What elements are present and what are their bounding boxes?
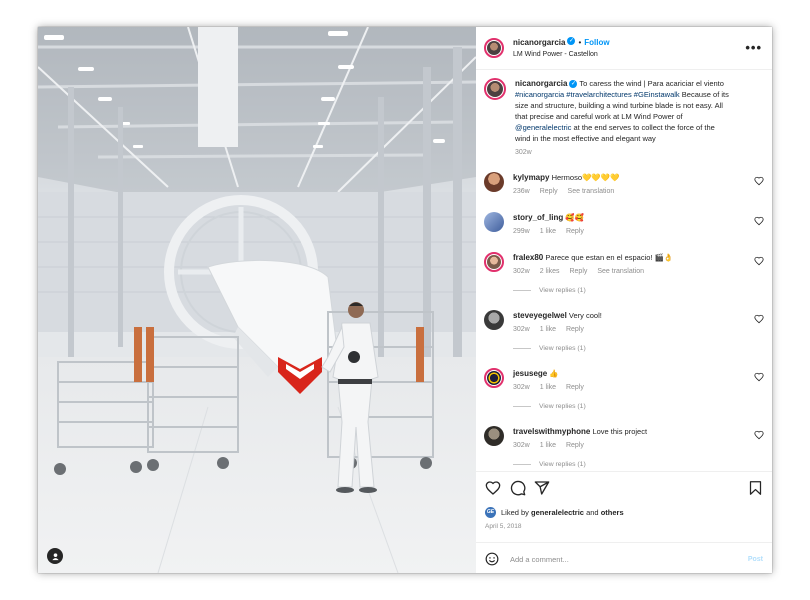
- comment-item: jesusege 👍 302w 1 like Reply View replie…: [476, 368, 772, 412]
- post-details-panel: nicanorgarcia ✓ • Follow LM Wind Power - Ca…: [476, 27, 772, 573]
- comment-likes[interactable]: 2 likes: [540, 268, 560, 275]
- liked-by-others[interactable]: others: [601, 508, 624, 517]
- reply-button[interactable]: Reply: [540, 188, 558, 195]
- post-header: nicanorgarcia ✓ • Follow LM Wind Power - Ca…: [476, 27, 772, 70]
- view-replies-button[interactable]: View replies (1): [513, 285, 743, 296]
- heart-icon[interactable]: [754, 372, 764, 382]
- commenter-avatar[interactable]: [484, 252, 504, 272]
- comment-text: Very cool!: [568, 311, 602, 320]
- comment-item: story_of_ling 🥰🥰 299w 1 like Reply: [476, 212, 772, 237]
- post-comment-button[interactable]: Post: [748, 556, 763, 563]
- heart-icon[interactable]: [754, 176, 764, 186]
- separator-dot: •: [578, 38, 582, 47]
- comment-likes[interactable]: 1 like: [540, 442, 556, 449]
- post-caption: nicanorgarcia ✓ To caress the wind | Para…: [476, 70, 772, 158]
- commenter-username[interactable]: fralex80: [513, 253, 543, 262]
- factory-scene-image: [38, 27, 476, 573]
- commenter-username[interactable]: steveyegelwel: [513, 311, 567, 320]
- reply-button[interactable]: Reply: [566, 326, 584, 333]
- view-replies-button[interactable]: View replies (1): [513, 459, 743, 470]
- caption-hashtags[interactable]: #nicanorgarcia #travelarchitectures #GEi…: [515, 90, 680, 99]
- add-comment-bar: Post: [476, 542, 772, 573]
- commenter-avatar[interactable]: [484, 426, 504, 446]
- see-translation-button[interactable]: See translation: [597, 268, 644, 275]
- post-photo[interactable]: [38, 27, 476, 573]
- verified-badge-icon: ✓: [567, 36, 576, 45]
- heart-icon[interactable]: [754, 314, 764, 324]
- post-actions: GE Liked by generalelectric and others A…: [476, 471, 772, 573]
- verified-badge-icon: ✓: [569, 80, 578, 89]
- reply-button[interactable]: Reply: [566, 384, 584, 391]
- more-options-icon[interactable]: •••: [745, 40, 762, 55]
- comment-time: 302w: [513, 442, 530, 449]
- paper-plane-icon[interactable]: [534, 480, 550, 496]
- comment-item: kylymapy Hermoso💛💛💛💛 236w Reply See tran…: [476, 172, 772, 197]
- liked-by-joiner: and: [586, 508, 599, 517]
- commenter-username[interactable]: kylymapy: [513, 173, 549, 182]
- caption-mention[interactable]: @generalelectric: [515, 123, 571, 132]
- heart-icon[interactable]: [485, 480, 501, 496]
- heart-icon[interactable]: [754, 216, 764, 226]
- commenter-avatar[interactable]: [484, 368, 504, 388]
- comment-text: 👍: [549, 369, 559, 378]
- comment-text: 🥰🥰: [565, 213, 585, 222]
- comment-time: 302w: [513, 326, 530, 333]
- comment-text: Hermoso💛💛💛💛: [551, 173, 620, 182]
- commenter-username[interactable]: travelswithmyphone: [513, 427, 590, 436]
- emoji-smile-icon[interactable]: [485, 552, 499, 566]
- bookmark-icon[interactable]: [748, 480, 763, 496]
- instagram-post-card: nicanorgarcia ✓ • Follow LM Wind Power - Ca…: [38, 27, 772, 573]
- heart-icon[interactable]: [754, 256, 764, 266]
- commenter-avatar[interactable]: [484, 172, 504, 192]
- follow-button[interactable]: Follow: [584, 38, 609, 47]
- view-replies-button[interactable]: View replies (1): [513, 343, 743, 354]
- comment-text: Love this project: [592, 427, 648, 436]
- commenter-avatar[interactable]: [484, 212, 504, 232]
- commenter-username[interactable]: story_of_ling: [513, 213, 563, 222]
- comment-bubble-icon[interactable]: [510, 480, 526, 496]
- commenter-avatar[interactable]: [484, 310, 504, 330]
- liked-by-summary: GE Liked by generalelectric and others: [485, 507, 624, 518]
- comment-likes[interactable]: 1 like: [540, 228, 556, 235]
- comment-time: 299w: [513, 228, 530, 235]
- author-avatar[interactable]: [484, 38, 504, 58]
- comment-item: steveyegelwel Very cool! 302w 1 like Rep…: [476, 310, 772, 354]
- ge-logo-icon: GE: [485, 507, 496, 518]
- comment-likes[interactable]: 1 like: [540, 326, 556, 333]
- comment-time: 302w: [513, 268, 530, 275]
- post-date: April 5, 2018: [485, 523, 522, 530]
- caption-time: 302w: [515, 149, 532, 156]
- comment-time: 236w: [513, 188, 530, 195]
- user-tag-icon[interactable]: [47, 548, 63, 564]
- liked-by-user[interactable]: generalelectric: [531, 508, 584, 517]
- comment-text: Parece que estan en el espacio! 🎬👌: [545, 253, 674, 262]
- comments-list[interactable]: nicanorgarcia ✓ To caress the wind | Para…: [476, 70, 772, 470]
- comment-item: travelswithmyphone Love this project 302…: [476, 426, 772, 470]
- heart-icon[interactable]: [754, 430, 764, 440]
- reply-button[interactable]: Reply: [566, 442, 584, 449]
- post-location[interactable]: LM Wind Power - Castellon: [513, 49, 610, 61]
- caption-line1: To caress the wind | Para acariciar el v…: [579, 79, 724, 88]
- see-translation-button[interactable]: See translation: [568, 188, 615, 195]
- author-username[interactable]: nicanorgarcia: [513, 38, 565, 47]
- commenter-username[interactable]: jesusege: [513, 369, 547, 378]
- caption-username[interactable]: nicanorgarcia: [515, 79, 567, 88]
- comment-item: fralex80 Parece que estan en el espacio!…: [476, 252, 772, 296]
- reply-button[interactable]: Reply: [566, 228, 584, 235]
- comment-time: 302w: [513, 384, 530, 391]
- comment-input[interactable]: [508, 553, 722, 565]
- liked-by-prefix: Liked by: [501, 508, 529, 517]
- caption-author-avatar[interactable]: [484, 78, 506, 100]
- reply-button[interactable]: Reply: [569, 268, 587, 275]
- comment-likes[interactable]: 1 like: [540, 384, 556, 391]
- view-replies-button[interactable]: View replies (1): [513, 401, 743, 412]
